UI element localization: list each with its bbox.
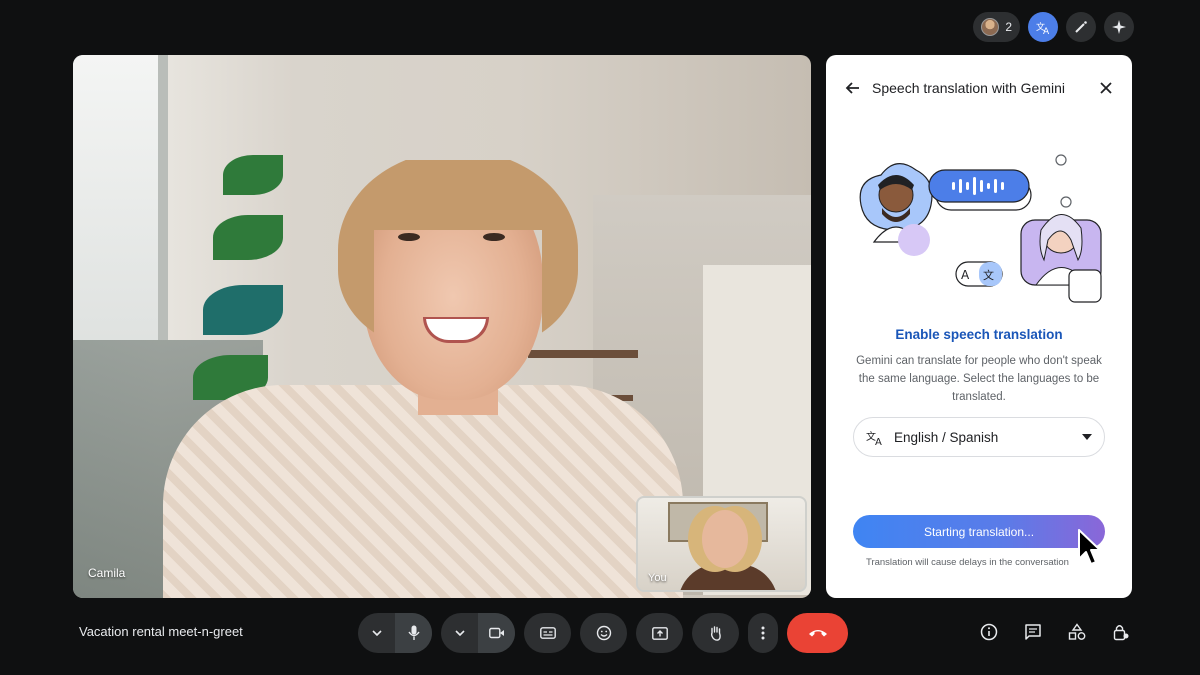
call-end-icon	[808, 630, 827, 637]
hand-icon	[710, 626, 721, 641]
self-body	[678, 564, 778, 590]
delay-note: Translation will cause delays in the con…	[866, 557, 1069, 568]
plant-leaf	[203, 285, 283, 335]
participant-body	[163, 385, 683, 598]
svg-text:A: A	[875, 437, 882, 446]
more-vert-icon	[761, 626, 765, 640]
microphone-control	[358, 613, 432, 653]
language-select-value: English / Spanish	[894, 429, 999, 445]
svg-text:A: A	[1043, 27, 1050, 35]
self-face	[702, 510, 748, 568]
plant-leaf	[223, 155, 283, 195]
panel-header: Speech translation with Gemini	[842, 78, 1116, 98]
close-button[interactable]	[1096, 78, 1116, 98]
close-icon	[1100, 82, 1112, 94]
dropdown-arrow-icon	[1082, 434, 1092, 440]
magic-wand-icon	[1075, 21, 1087, 33]
participant-eye	[398, 233, 420, 241]
self-label: You	[648, 572, 667, 584]
chevron-down-icon	[454, 630, 465, 636]
microphone-icon	[407, 625, 420, 640]
mouse-cursor-icon	[1078, 529, 1101, 565]
reactions-button[interactable]	[580, 613, 627, 653]
top-right-toolbar: 2 文A	[973, 12, 1134, 42]
meeting-title: Vacation rental meet-n-greet	[79, 624, 243, 639]
translate-icon: 文A	[866, 430, 882, 446]
svg-text:A: A	[961, 268, 970, 282]
call-controls	[358, 613, 848, 653]
plant-leaf	[213, 215, 283, 260]
back-button[interactable]	[842, 78, 862, 98]
audio-options-button[interactable]	[358, 613, 395, 653]
raise-hand-button[interactable]	[692, 613, 739, 653]
lock-person-icon	[1113, 625, 1129, 641]
microphone-button[interactable]	[395, 613, 432, 653]
meeting-tools	[978, 621, 1132, 643]
language-select[interactable]: 文A English / Spanish	[853, 417, 1105, 457]
chat-icon	[1025, 624, 1041, 640]
participant-name: Camila	[88, 566, 126, 580]
more-options-button[interactable]	[748, 613, 778, 653]
chat-button[interactable]	[1022, 621, 1044, 643]
meeting-details-button[interactable]	[978, 621, 1000, 643]
activities-button[interactable]	[1066, 621, 1088, 643]
chevron-down-icon	[371, 630, 382, 636]
panel-description: Gemini can translate for people who don'…	[856, 355, 1102, 403]
panel-title: Speech translation with Gemini	[872, 80, 1065, 96]
sparkle-icon	[1112, 20, 1126, 34]
arrow-back-icon	[845, 82, 859, 94]
effects-button[interactable]	[1066, 12, 1096, 42]
enable-heading: Enable speech translation	[895, 327, 1063, 342]
participants-count: 2	[1005, 20, 1012, 34]
camera-button[interactable]	[478, 613, 515, 653]
present-button[interactable]	[636, 613, 683, 653]
captions-button[interactable]	[524, 613, 571, 653]
captions-icon	[539, 627, 556, 639]
info-icon	[980, 623, 998, 641]
video-options-button[interactable]	[441, 613, 478, 653]
svg-text:文: 文	[983, 268, 994, 282]
emoji-icon	[596, 625, 611, 641]
leave-call-button[interactable]	[787, 613, 848, 653]
background-shelf	[528, 350, 638, 358]
participants-button[interactable]: 2	[973, 12, 1020, 42]
gemini-button[interactable]	[1104, 12, 1134, 42]
participant-eye	[483, 233, 505, 241]
background-window	[73, 55, 168, 340]
start-translation-button[interactable]: Starting translation...	[853, 515, 1105, 548]
translation-panel: Speech translation with Gemini A 文 Enabl…	[826, 55, 1132, 598]
host-controls-button[interactable]	[1110, 621, 1132, 643]
translate-button[interactable]: 文A	[1028, 12, 1058, 42]
translation-illustration: A 文	[859, 154, 1102, 303]
camera-control	[441, 613, 515, 653]
present-screen-icon	[651, 626, 668, 640]
shapes-icon	[1068, 623, 1086, 640]
participants-icon	[981, 18, 1000, 36]
videocam-icon	[488, 627, 504, 639]
self-view-tile[interactable]: You	[636, 496, 807, 592]
translate-icon: 文A	[1036, 21, 1050, 35]
